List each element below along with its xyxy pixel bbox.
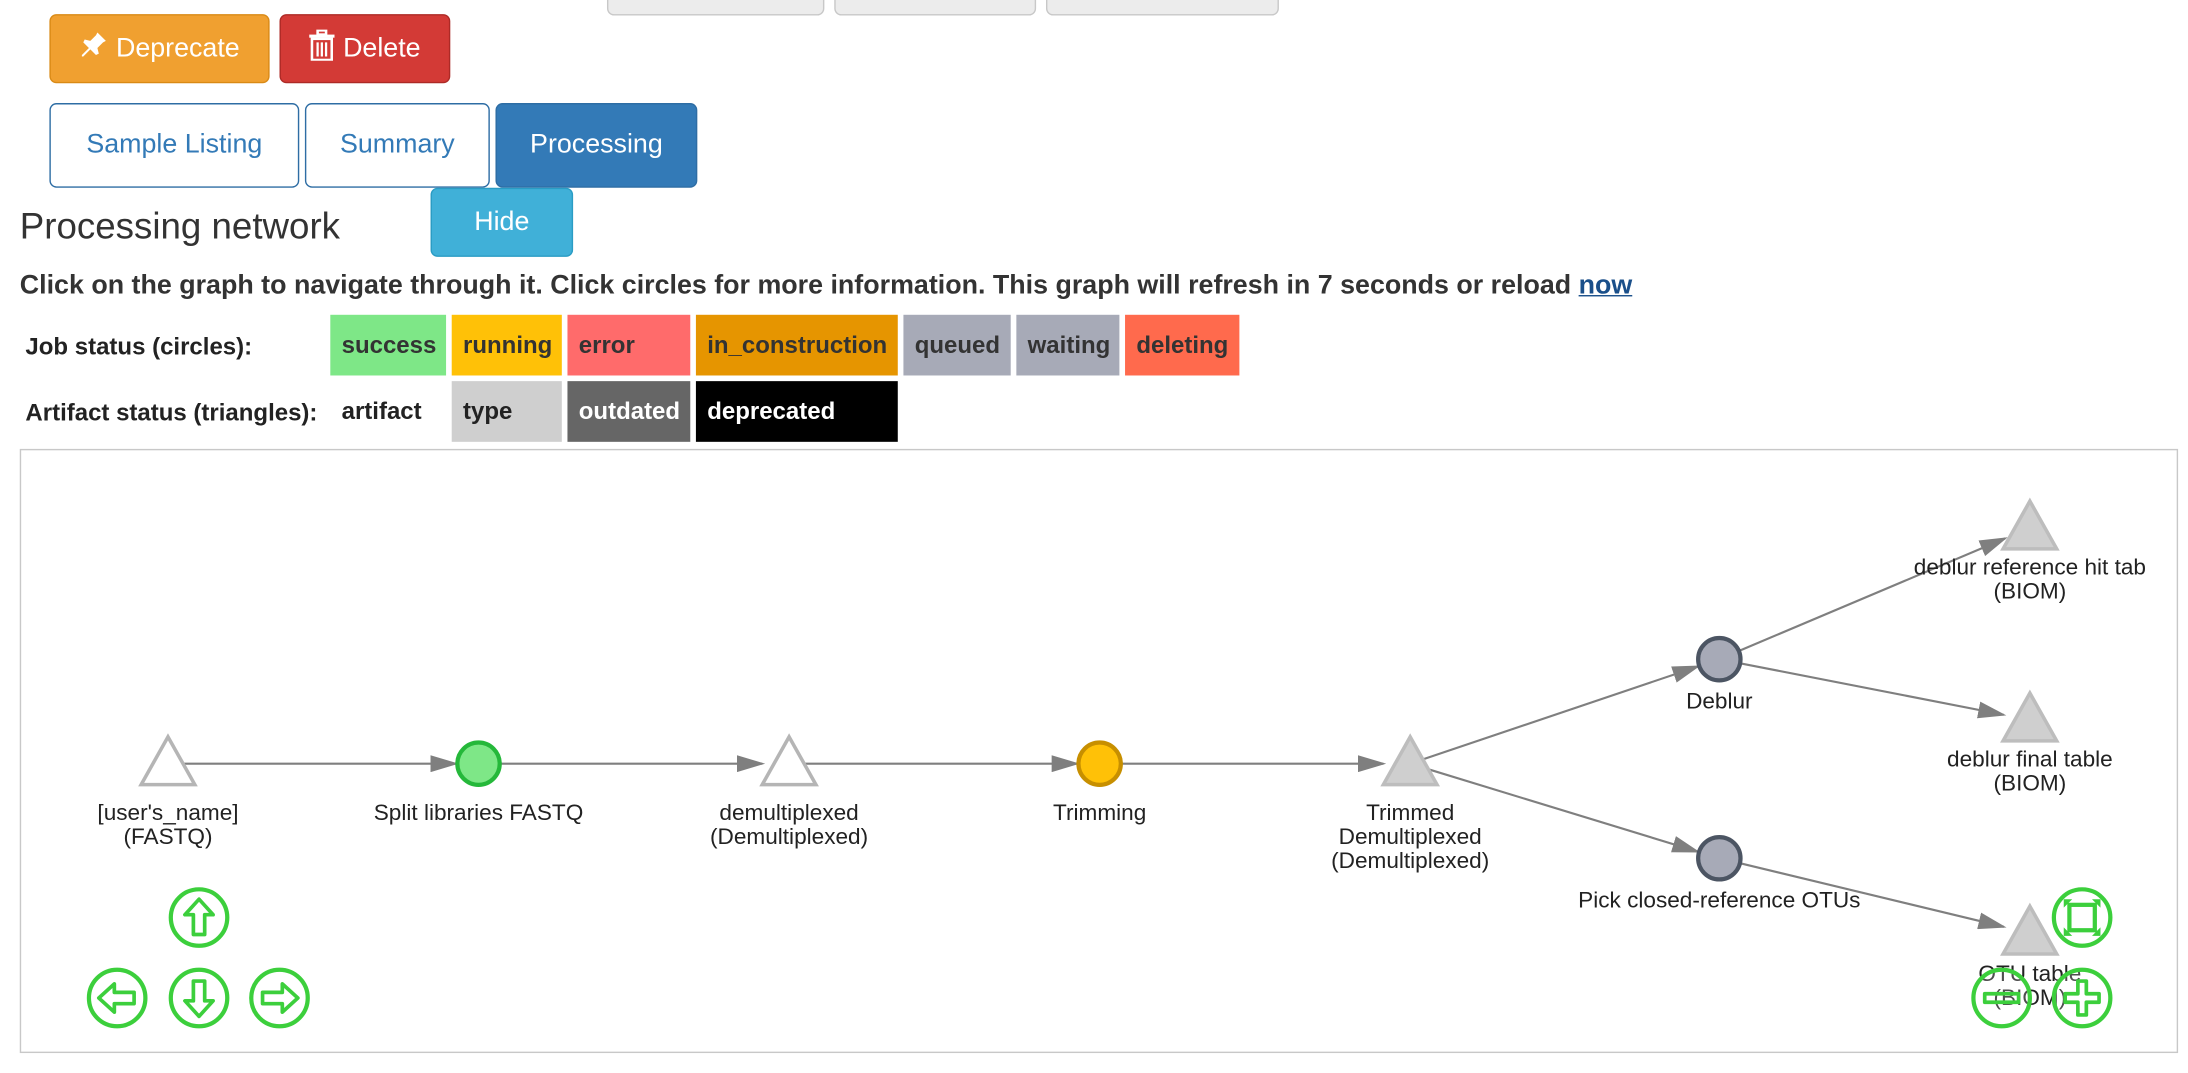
- reload-now-link[interactable]: now: [1579, 271, 1633, 301]
- instructions-text: Click on the graph to navigate through i…: [19, 271, 1572, 301]
- artifact-status-legend-label: Artifact status (triangles):: [25, 399, 318, 427]
- job-status-success: success: [330, 314, 447, 376]
- processing-network-graph[interactable]: [user's_name] (FASTQ) Split libraries FAST…: [19, 448, 2179, 1054]
- top-button-2[interactable]: [834, 0, 1037, 16]
- section-title: Processing network: [19, 204, 341, 248]
- node-label: deblur final table (BIOM): [1947, 746, 2113, 795]
- job-node[interactable]: Split libraries FASTQ: [374, 740, 584, 826]
- pan-up-icon[interactable]: [168, 887, 230, 948]
- job-status-queued: queued: [903, 314, 1011, 376]
- top-button-3[interactable]: [1045, 0, 1279, 16]
- artifact-triangle[interactable]: [1380, 733, 1441, 787]
- delete-label: Delete: [343, 33, 421, 63]
- fit-view-icon[interactable]: [2051, 887, 2113, 948]
- tab-label: Processing: [530, 129, 663, 160]
- artifact-triangle[interactable]: [2000, 902, 2060, 956]
- trash-icon: [309, 28, 335, 69]
- delete-button[interactable]: Delete: [279, 14, 451, 84]
- node-label: Split libraries FASTQ: [374, 800, 584, 825]
- pan-right-icon[interactable]: [249, 967, 310, 1029]
- job-status-error: error: [567, 314, 691, 376]
- deprecate-button[interactable]: Deprecate: [49, 14, 270, 84]
- job-circle[interactable]: [455, 740, 502, 787]
- pan-left-icon[interactable]: [86, 967, 148, 1029]
- pushpin-icon: [79, 30, 107, 67]
- node-label: deblur reference hit tab (BIOM): [1914, 555, 2146, 604]
- artifact-node[interactable]: [user's_name] (FASTQ): [97, 733, 239, 849]
- hide-label: Hide: [474, 206, 530, 237]
- artifact-triangle[interactable]: [759, 733, 819, 787]
- hide-button[interactable]: Hide: [430, 187, 574, 257]
- edge-n6-n9: [1739, 662, 2007, 719]
- artifact-node[interactable]: Trimmed Demultiplexed (Demultiplexed): [1331, 733, 1489, 873]
- job-node[interactable]: Trimming: [1053, 740, 1146, 826]
- tab-summary[interactable]: Summary: [304, 103, 490, 188]
- deprecate-label: Deprecate: [115, 33, 240, 63]
- artifact-triangle[interactable]: [138, 733, 198, 787]
- job-status-in-construction: in_construction: [695, 314, 898, 376]
- zoom-out-icon[interactable]: [1971, 967, 2032, 1029]
- job-status-waiting: waiting: [1016, 314, 1120, 376]
- edge-n5-n6: [1423, 665, 1701, 761]
- job-circle[interactable]: [1696, 635, 1743, 683]
- node-label: Pick closed-reference OTUs: [1578, 888, 1860, 913]
- pan-down-icon[interactable]: [168, 967, 230, 1029]
- network-canvas[interactable]: [user's_name] (FASTQ) Split libraries FAST…: [21, 450, 2179, 1054]
- node-label: Trimmed Demultiplexed (Demultiplexed): [1331, 800, 1489, 873]
- artifact-node[interactable]: deblur reference hit tab (BIOM): [1914, 497, 2146, 604]
- node-label: [user's_name] (FASTQ): [97, 800, 238, 849]
- node-label: Deblur: [1686, 689, 1753, 714]
- job-circle[interactable]: [1696, 834, 1743, 882]
- artifact-node[interactable]: demultiplexed (Demultiplexed): [710, 733, 868, 849]
- job-circle[interactable]: [1076, 740, 1123, 787]
- artifact-status-artifact: artifact: [330, 381, 447, 442]
- artifact-triangle[interactable]: [2000, 497, 2060, 551]
- top-button-1[interactable]: [606, 0, 825, 16]
- job-status-running: running: [451, 314, 562, 376]
- graph-instructions: Click on the graph to navigate through i…: [20, 271, 1632, 302]
- tab-processing[interactable]: Processing: [495, 103, 698, 188]
- job-status-legend-label: Job status (circles):: [25, 333, 253, 360]
- node-label: Trimming: [1053, 800, 1146, 825]
- zoom-in-icon[interactable]: [2051, 967, 2113, 1029]
- job-node[interactable]: Pick closed-reference OTUs: [1578, 834, 1860, 913]
- artifact-status-outdated: outdated: [567, 381, 691, 442]
- tab-label: Sample Listing: [86, 129, 263, 160]
- job-status-deleting: deleting: [1125, 314, 1240, 376]
- tab-sample-listing[interactable]: Sample Listing: [49, 103, 300, 188]
- tab-label: Summary: [339, 129, 455, 160]
- artifact-status-type: type: [451, 381, 562, 442]
- artifact-status-deprecated: deprecated: [695, 381, 898, 442]
- artifact-triangle[interactable]: [2000, 689, 2060, 743]
- node-label: demultiplexed (Demultiplexed): [710, 800, 868, 849]
